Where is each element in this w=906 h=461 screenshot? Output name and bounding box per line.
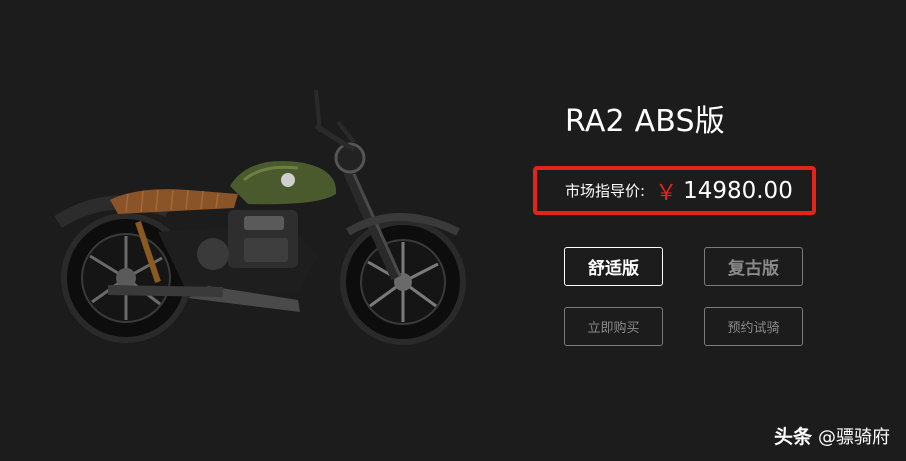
watermark-brand: 头条	[773, 426, 812, 448]
product-title: RA2 ABS版	[565, 104, 725, 139]
currency-symbol: ￥	[655, 180, 678, 206]
variant-comfort-button[interactable]: 舒适版	[564, 247, 663, 286]
watermark: 头条 @骠骑府	[774, 422, 890, 449]
watermark-handle: @骠骑府	[818, 427, 890, 448]
variant-retro-button[interactable]: 复古版	[704, 247, 803, 286]
price-value: 14980.00	[683, 177, 793, 204]
price-label: 市场指导价:	[565, 182, 646, 200]
motorcycle-image	[48, 82, 478, 352]
buy-now-button[interactable]: 立即购买	[564, 307, 663, 346]
book-test-ride-button[interactable]: 预约试骑	[704, 307, 803, 346]
price-highlight-box: 市场指导价: ￥ 14980.00	[533, 166, 816, 215]
product-page: RA2 ABS版 市场指导价: ￥ 14980.00 舒适版 复古版 立即购买 …	[0, 0, 906, 461]
